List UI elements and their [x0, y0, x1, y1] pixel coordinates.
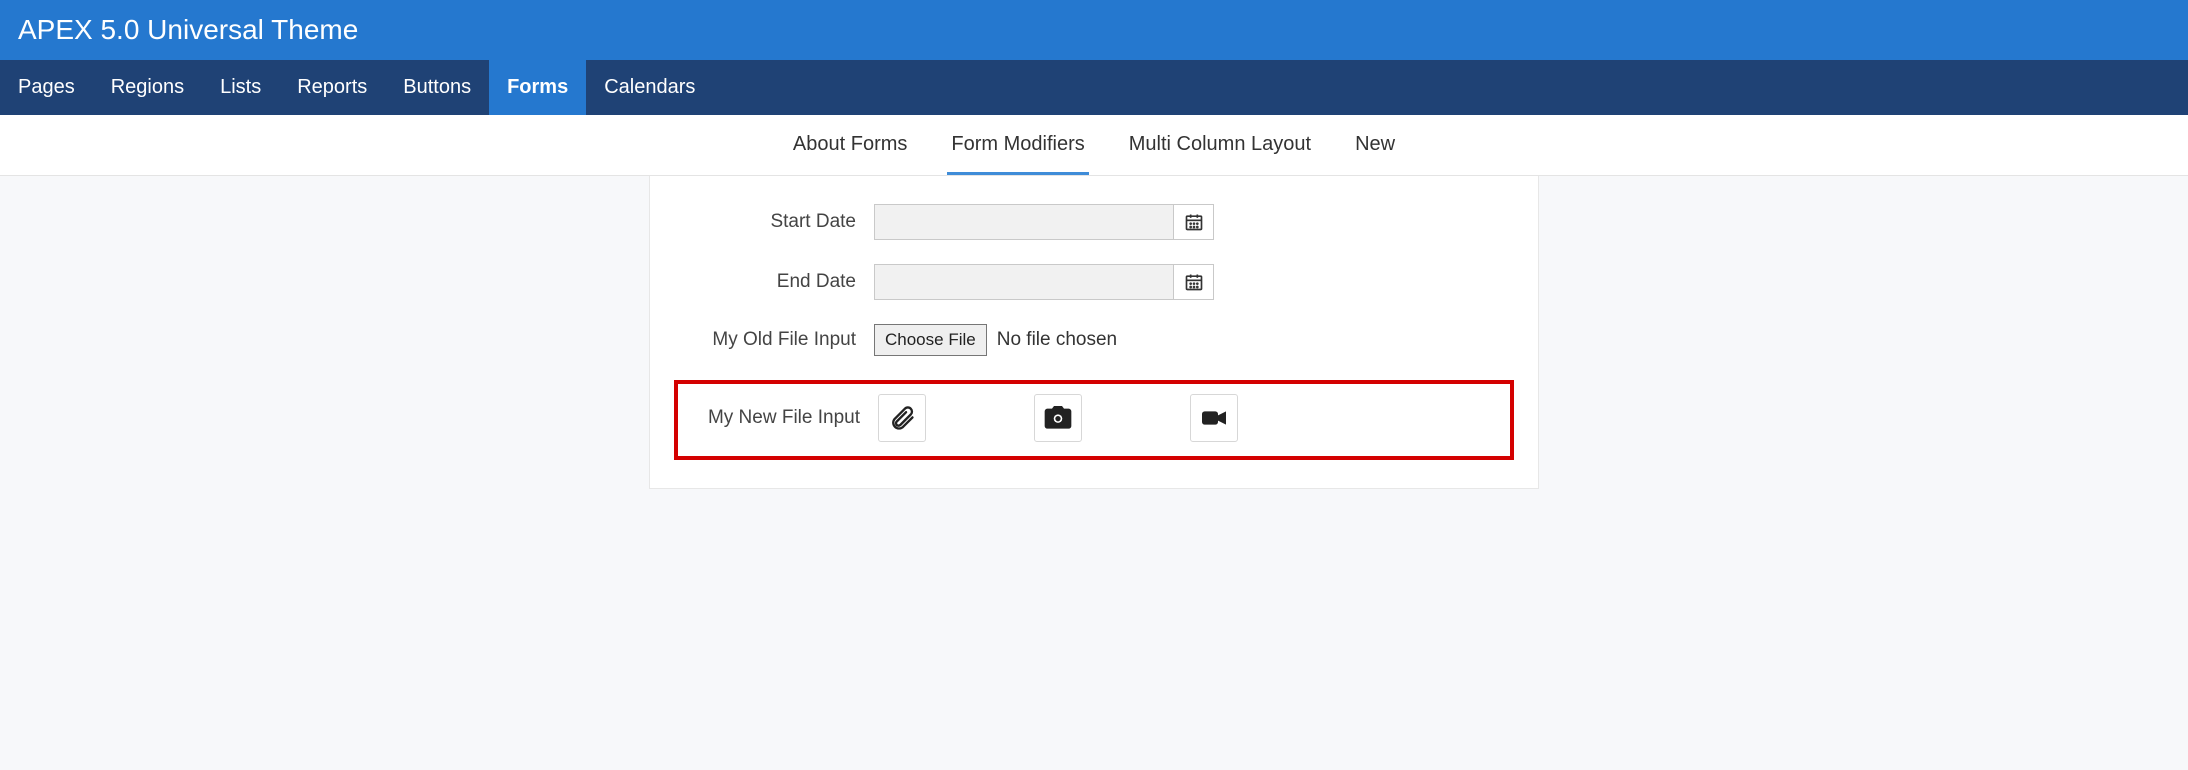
nav-reports[interactable]: Reports [279, 60, 385, 115]
nav-lists[interactable]: Lists [202, 60, 279, 115]
app-title: APEX 5.0 Universal Theme [18, 14, 358, 45]
end-date-input[interactable] [874, 264, 1174, 300]
nav-forms[interactable]: Forms [489, 60, 586, 115]
subnav-form-modifiers[interactable]: Form Modifiers [947, 115, 1088, 175]
start-date-input[interactable] [874, 204, 1174, 240]
choose-file-button[interactable]: Choose File [874, 324, 987, 356]
sub-nav: About Forms Form Modifiers Multi Column … [0, 115, 2188, 176]
old-file-group: Choose File No file chosen [874, 324, 1117, 356]
nav-regions[interactable]: Regions [93, 60, 202, 115]
subnav-multi-column-layout[interactable]: Multi Column Layout [1125, 115, 1315, 175]
start-date-group [874, 204, 1214, 240]
old-file-status: No file chosen [997, 329, 1117, 351]
end-date-group [874, 264, 1214, 300]
end-date-picker-button[interactable] [1174, 264, 1214, 300]
row-old-file: My Old File Input Choose File No file ch… [674, 324, 1514, 356]
row-new-file-highlight: My New File Input [674, 380, 1514, 460]
nav-buttons[interactable]: Buttons [385, 60, 489, 115]
nav-calendars[interactable]: Calendars [586, 60, 713, 115]
app-title-banner: APEX 5.0 Universal Theme [0, 0, 2188, 60]
start-date-picker-button[interactable] [1174, 204, 1214, 240]
attach-file-button[interactable] [878, 394, 926, 442]
new-file-button-group [878, 394, 1238, 442]
nav-pages[interactable]: Pages [0, 60, 93, 115]
calendar-icon [1184, 272, 1204, 292]
video-camera-icon [1198, 402, 1230, 434]
row-end-date: End Date [674, 264, 1514, 300]
label-old-file: My Old File Input [674, 329, 874, 351]
take-photo-button[interactable] [1034, 394, 1082, 442]
label-new-file: My New File Input [684, 407, 878, 429]
camera-icon [1042, 402, 1074, 434]
label-start-date: Start Date [674, 211, 874, 233]
subnav-new[interactable]: New [1351, 115, 1399, 175]
main-nav: Pages Regions Lists Reports Buttons Form… [0, 60, 2188, 115]
record-video-button[interactable] [1190, 394, 1238, 442]
subnav-about-forms[interactable]: About Forms [789, 115, 911, 175]
paperclip-icon [888, 404, 916, 432]
label-end-date: End Date [674, 271, 874, 293]
form-region: Start Date [649, 176, 1539, 489]
row-start-date: Start Date [674, 204, 1514, 240]
content-wrap: Start Date [0, 176, 2188, 489]
calendar-icon [1184, 212, 1204, 232]
